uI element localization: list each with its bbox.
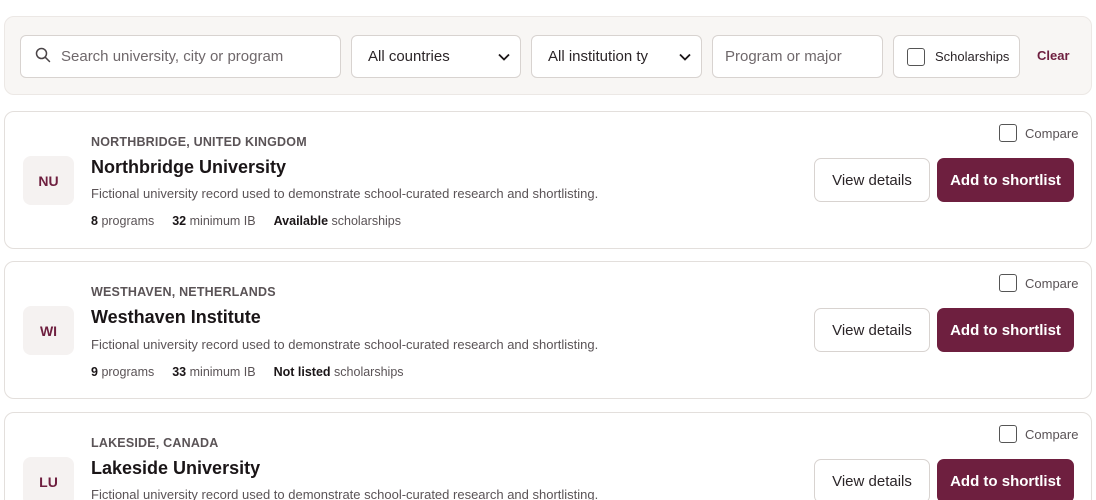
country-select[interactable]: All countries <box>351 35 521 78</box>
min-ib-stat: 33 minimum IB <box>172 365 256 379</box>
min-ib-stat: 32 minimum IB <box>172 214 256 228</box>
university-description: Fictional university record used to demo… <box>91 487 599 500</box>
country-select-value: All countries <box>368 48 450 65</box>
university-location: WESTHAVEN, NETHERLANDS <box>91 285 276 299</box>
institution-type-select[interactable]: All institution ty <box>531 35 702 78</box>
avatar: WI <box>23 306 74 355</box>
compare-label: Compare <box>1025 125 1079 141</box>
program-placeholder: Program or major <box>725 48 842 65</box>
compare-toggle[interactable]: Compare <box>999 425 1078 443</box>
add-to-shortlist-button[interactable]: Add to shortlist <box>937 158 1074 202</box>
chevron-down-icon <box>498 48 510 65</box>
university-meta: 8 programs 32 minimum IB Available schol… <box>91 214 401 228</box>
view-details-button[interactable]: View details <box>814 459 930 500</box>
university-card: LU LAKESIDE, CANADA Lakeside University … <box>4 412 1092 500</box>
scholarships-checkbox[interactable] <box>907 47 925 66</box>
compare-checkbox[interactable] <box>999 274 1017 292</box>
scholarships-filter[interactable]: Scholarships <box>893 35 1020 78</box>
clear-button[interactable]: Clear <box>1037 48 1070 63</box>
university-card: NU NORTHBRIDGE, UNITED KINGDOM Northbrid… <box>4 111 1092 249</box>
university-name: Lakeside University <box>91 458 261 478</box>
university-card: WI WESTHAVEN, NETHERLANDS Westhaven Inst… <box>4 261 1092 399</box>
search-icon <box>35 47 51 67</box>
scholarship-stat: Not listed scholarships <box>273 365 404 379</box>
scholarship-stat: Available scholarships <box>273 214 402 228</box>
view-details-button[interactable]: View details <box>814 158 930 202</box>
add-to-shortlist-button[interactable]: Add to shortlist <box>937 308 1074 352</box>
program-input[interactable]: Program or major <box>712 35 883 78</box>
search-input[interactable]: Search university, city or program <box>61 48 283 65</box>
compare-checkbox[interactable] <box>999 124 1017 142</box>
university-location: LAKESIDE, CANADA <box>91 436 219 450</box>
compare-label: Compare <box>1025 426 1079 442</box>
view-details-button[interactable]: View details <box>814 308 930 352</box>
avatar: LU <box>23 457 74 500</box>
compare-label: Compare <box>1025 275 1079 291</box>
compare-toggle[interactable]: Compare <box>999 124 1078 142</box>
add-to-shortlist-button[interactable]: Add to shortlist <box>937 459 1074 500</box>
university-name: Northbridge University <box>91 157 287 177</box>
programs-stat: 9 programs <box>91 365 155 379</box>
university-name: Westhaven Institute <box>91 307 261 327</box>
university-description: Fictional university record used to demo… <box>91 337 599 352</box>
avatar: NU <box>23 156 74 205</box>
compare-checkbox[interactable] <box>999 425 1017 443</box>
programs-stat: 8 programs <box>91 214 155 228</box>
scholarships-label: Scholarships <box>935 49 1010 64</box>
university-meta: 9 programs 33 minimum IB Not listed scho… <box>91 365 404 379</box>
university-location: NORTHBRIDGE, UNITED KINGDOM <box>91 135 307 149</box>
search-field[interactable]: Search university, city or program <box>20 35 341 78</box>
university-description: Fictional university record used to demo… <box>91 186 599 201</box>
institution-type-value: All institution ty <box>548 48 649 65</box>
chevron-down-icon <box>679 48 691 65</box>
compare-toggle[interactable]: Compare <box>999 274 1078 292</box>
filter-bar: Search university, city or program All c… <box>4 16 1092 95</box>
